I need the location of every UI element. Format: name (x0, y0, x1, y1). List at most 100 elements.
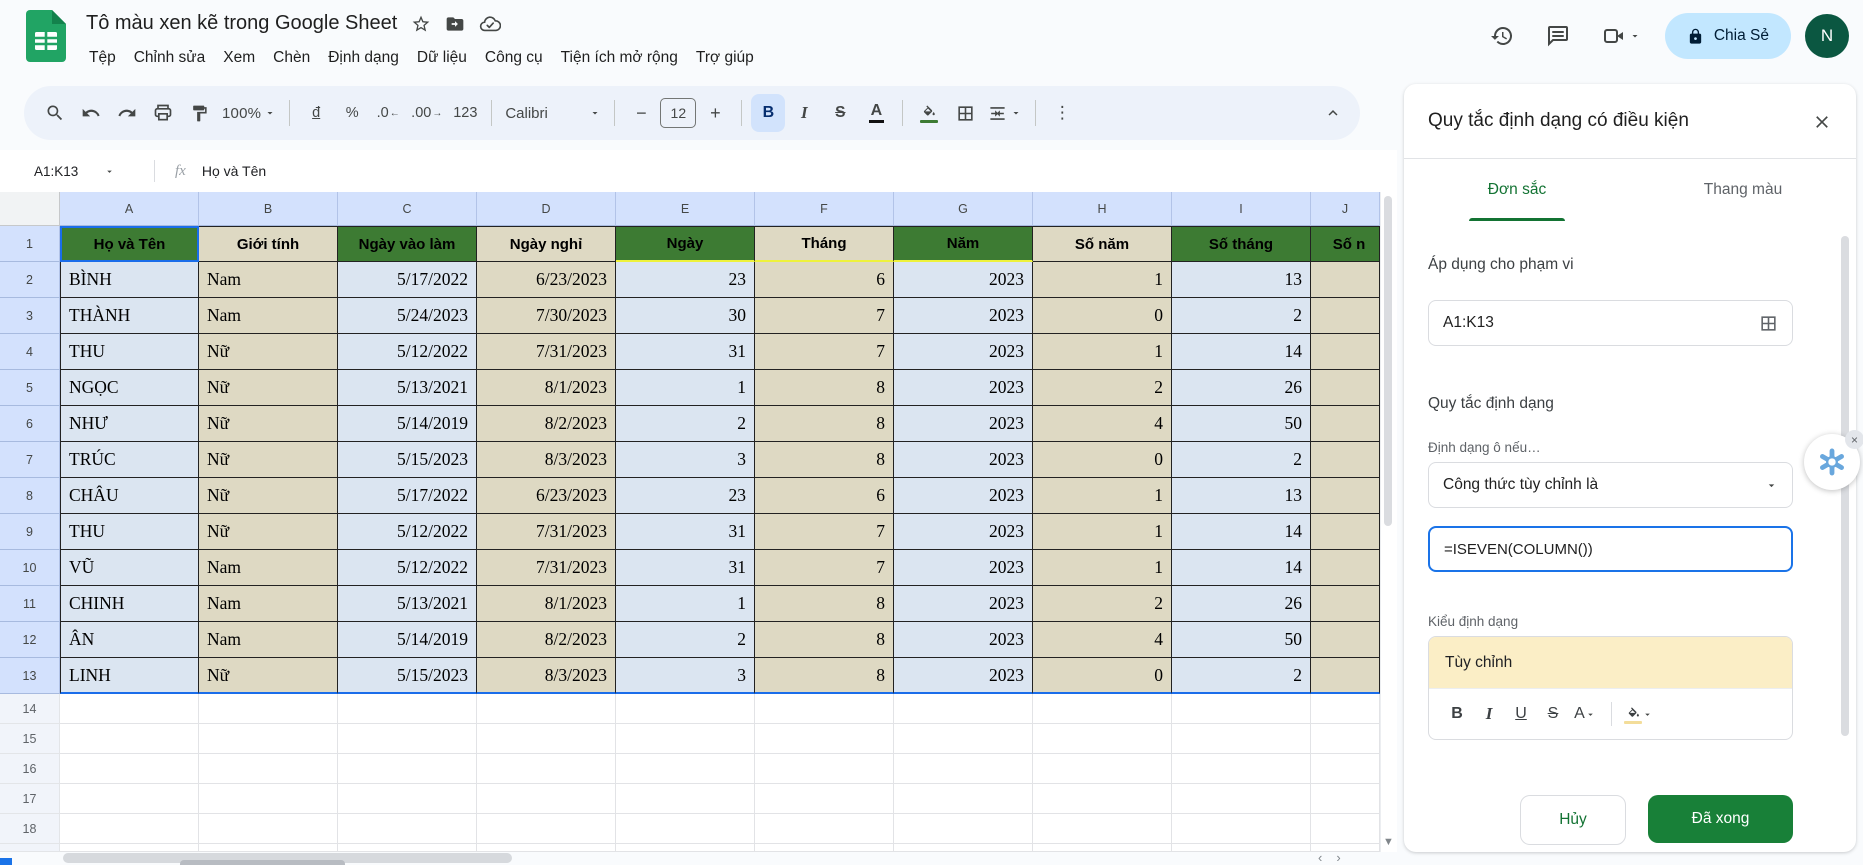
star-icon[interactable] (411, 14, 431, 34)
empty-cell-I18[interactable] (1172, 814, 1311, 844)
empty-cell-D19[interactable] (477, 844, 616, 852)
cell-C4[interactable]: 5/12/2022 (338, 334, 477, 370)
panel-underline-button[interactable]: U (1507, 698, 1535, 730)
column-header-F[interactable]: F (755, 192, 894, 226)
cell-I4[interactable]: 14 (1172, 334, 1311, 370)
cell-H13[interactable]: 0 (1033, 658, 1172, 694)
menu-trợ-giúp[interactable]: Trợ giúp (687, 46, 763, 70)
table-header-cell-A1[interactable]: Họ và Tên (60, 226, 199, 262)
custom-formula-input[interactable]: =ISEVEN(COLUMN()) (1428, 526, 1793, 572)
cell-J8[interactable] (1311, 478, 1380, 514)
cell-C10[interactable]: 5/12/2022 (338, 550, 477, 586)
font-size-input[interactable]: 12 (660, 98, 697, 128)
empty-cell-C17[interactable] (338, 784, 477, 814)
empty-cell-G16[interactable] (894, 754, 1033, 784)
italic-button[interactable]: I (787, 94, 821, 132)
cell-C9[interactable]: 5/12/2022 (338, 514, 477, 550)
range-input[interactable]: A1:K13 (1428, 300, 1793, 346)
cell-A13[interactable]: LINH (60, 658, 199, 694)
cell-E4[interactable]: 31 (616, 334, 755, 370)
cell-B5[interactable]: Nữ (199, 370, 338, 406)
table-header-cell-G1[interactable]: Năm (894, 226, 1033, 262)
increase-decimal-button[interactable]: .00 → (407, 94, 446, 132)
empty-cell-G14[interactable] (894, 694, 1033, 724)
panel-text-color-button[interactable]: A (1571, 698, 1599, 730)
decrease-font-size-button[interactable]: − (624, 94, 658, 132)
cell-D11[interactable]: 8/1/2023 (477, 586, 616, 622)
cell-C3[interactable]: 5/24/2023 (338, 298, 477, 334)
panel-bold-button[interactable]: B (1443, 698, 1471, 730)
cell-I3[interactable]: 2 (1172, 298, 1311, 334)
row-header-6[interactable]: 6 (0, 406, 60, 442)
row-header-8[interactable]: 8 (0, 478, 60, 514)
row-header-12[interactable]: 12 (0, 622, 60, 658)
cell-J2[interactable] (1311, 262, 1380, 298)
row-header-16[interactable]: 16 (0, 754, 60, 784)
cell-B2[interactable]: Nam (199, 262, 338, 298)
cloud-saved-icon[interactable] (479, 13, 502, 35)
panel-fill-color-button[interactable] (1624, 698, 1653, 730)
empty-cell-E17[interactable] (616, 784, 755, 814)
column-header-D[interactable]: D (477, 192, 616, 226)
select-all-corner[interactable] (0, 192, 60, 226)
done-button[interactable]: Đã xong (1648, 795, 1793, 843)
cell-D3[interactable]: 7/30/2023 (477, 298, 616, 334)
empty-cell-I17[interactable] (1172, 784, 1311, 814)
cell-I2[interactable]: 13 (1172, 262, 1311, 298)
cell-A9[interactable]: THU (60, 514, 199, 550)
empty-cell-B14[interactable] (199, 694, 338, 724)
sheets-logo[interactable] (26, 10, 66, 62)
cell-B3[interactable]: Nam (199, 298, 338, 334)
version-history-icon[interactable] (1481, 15, 1523, 57)
empty-cell-A17[interactable] (60, 784, 199, 814)
panel-tab-đơn-sắc[interactable]: Đơn sắc (1404, 159, 1630, 221)
row-header-13[interactable]: 13 (0, 658, 60, 694)
menu-tiện-ích-mở-rộng[interactable]: Tiện ích mở rộng (552, 46, 687, 70)
cell-D10[interactable]: 7/31/2023 (477, 550, 616, 586)
cell-J3[interactable] (1311, 298, 1380, 334)
cell-C7[interactable]: 5/15/2023 (338, 442, 477, 478)
more-formats-button[interactable]: 123 (448, 94, 482, 132)
empty-cell-D17[interactable] (477, 784, 616, 814)
cell-H9[interactable]: 1 (1033, 514, 1172, 550)
empty-cell-D14[interactable] (477, 694, 616, 724)
doc-title[interactable]: Tô màu xen kẽ trong Google Sheet (86, 12, 397, 35)
empty-cell-J14[interactable] (1311, 694, 1380, 724)
empty-cell-C14[interactable] (338, 694, 477, 724)
cell-F11[interactable]: 8 (755, 586, 894, 622)
empty-cell-A16[interactable] (60, 754, 199, 784)
chatgpt-bubble[interactable]: × (1804, 430, 1863, 490)
empty-cell-C19[interactable] (338, 844, 477, 852)
column-header-B[interactable]: B (199, 192, 338, 226)
empty-cell-H14[interactable] (1033, 694, 1172, 724)
sheet-tab-fragment[interactable] (180, 860, 345, 865)
cell-A5[interactable]: NGỌC (60, 370, 199, 406)
cell-I6[interactable]: 50 (1172, 406, 1311, 442)
empty-cell-C18[interactable] (338, 814, 477, 844)
panel-tab-thang-màu[interactable]: Thang màu (1630, 159, 1856, 221)
select-range-grid-icon[interactable] (1759, 314, 1778, 333)
cancel-button[interactable]: Hủy (1520, 795, 1626, 845)
row-header-14[interactable]: 14 (0, 694, 60, 724)
search-icon[interactable] (38, 94, 72, 132)
empty-cell-G17[interactable] (894, 784, 1033, 814)
empty-cell-C16[interactable] (338, 754, 477, 784)
empty-cell-F14[interactable] (755, 694, 894, 724)
cell-E11[interactable]: 1 (616, 586, 755, 622)
cell-C11[interactable]: 5/13/2021 (338, 586, 477, 622)
cell-D2[interactable]: 6/23/2023 (477, 262, 616, 298)
empty-cell-G15[interactable] (894, 724, 1033, 754)
menu-chỉnh-sửa[interactable]: Chỉnh sửa (125, 46, 215, 70)
empty-cell-A19[interactable] (60, 844, 199, 852)
table-header-cell-C1[interactable]: Ngày vào làm (338, 226, 477, 262)
column-header-I[interactable]: I (1172, 192, 1311, 226)
row-header-15[interactable]: 15 (0, 724, 60, 754)
cell-G6[interactable]: 2023 (894, 406, 1033, 442)
row-header-18[interactable]: 18 (0, 814, 60, 844)
cell-A10[interactable]: VŨ (60, 550, 199, 586)
cell-J11[interactable] (1311, 586, 1380, 622)
empty-cell-C15[interactable] (338, 724, 477, 754)
cell-E3[interactable]: 30 (616, 298, 755, 334)
panel-italic-button[interactable]: I (1475, 698, 1503, 730)
menu-xem[interactable]: Xem (214, 46, 264, 70)
